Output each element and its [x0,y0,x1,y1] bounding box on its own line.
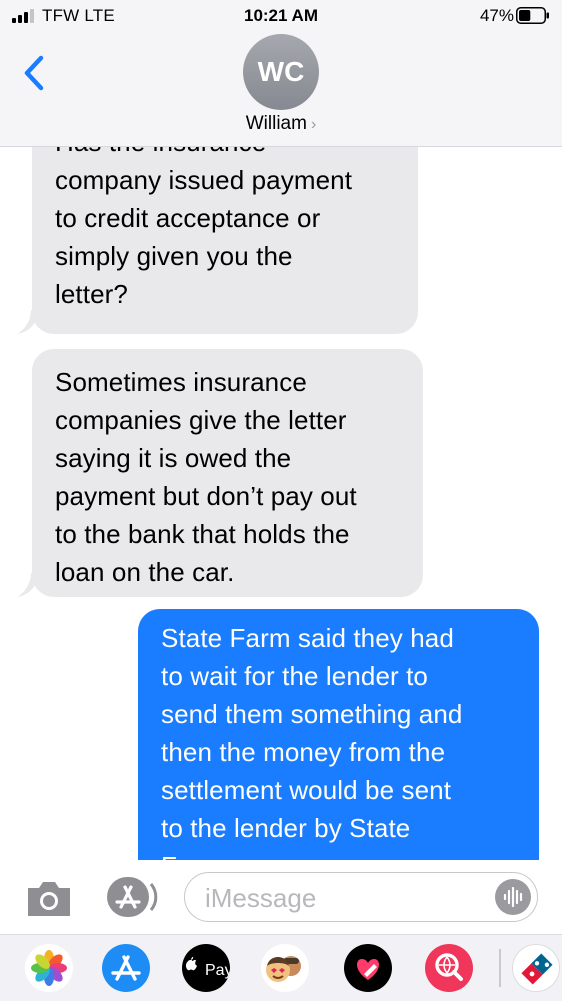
message-input[interactable] [203,881,487,915]
back-button[interactable] [20,54,48,92]
imessage-field[interactable] [184,872,538,922]
status-time: 10:21 AM [243,6,318,25]
contact-avatar[interactable]: WC [243,34,319,110]
battery-percentage: 47% [479,6,514,25]
bubble-tail-icon [17,310,39,334]
photos-icon[interactable] [25,944,73,992]
contact-name: William [245,113,307,134]
outgoing-message-bubble[interactable]: State Farm said they had to wait for the… [138,609,539,860]
app-store-icon[interactable] [102,944,150,992]
bubble-tail-icon [17,573,39,597]
app-drawer: Pay [0,934,562,1001]
apple-pay-icon[interactable]: Pay [182,944,230,992]
camera-icon[interactable] [24,878,74,918]
compose-bar [0,860,562,934]
message-text: Has the insurance company issued payment… [55,146,353,309]
incoming-message-bubble[interactable]: Sometimes insurance companies give the l… [32,349,423,597]
battery-icon [516,7,549,24]
chevron-right-icon: › [310,116,317,133]
waveform-icon [503,886,523,908]
contact-name-button[interactable]: William › [0,113,562,135]
memoji-icon[interactable] [261,944,309,992]
app-store-icon[interactable] [106,876,158,918]
apple-pay-label: Pay [205,962,230,979]
drawer-divider [499,949,501,987]
status-bar: TFW LTE 10:21 AM 47% [0,0,562,34]
digital-touch-icon[interactable] [344,944,392,992]
search-images-icon[interactable] [425,944,473,992]
message-text: Sometimes insurance companies give the l… [55,367,357,587]
incoming-message-bubble[interactable]: Has the insurance company issued payment… [32,146,418,334]
dominos-icon[interactable] [512,944,560,992]
conversation-header: TFW LTE 10:21 AM 47% WC William › [0,0,562,147]
avatar-initials: WC [257,56,305,87]
message-text: State Farm said they had to wait for the… [161,623,463,860]
audio-message-button[interactable] [495,879,531,915]
message-thread[interactable]: Has the insurance company issued payment… [0,146,562,860]
